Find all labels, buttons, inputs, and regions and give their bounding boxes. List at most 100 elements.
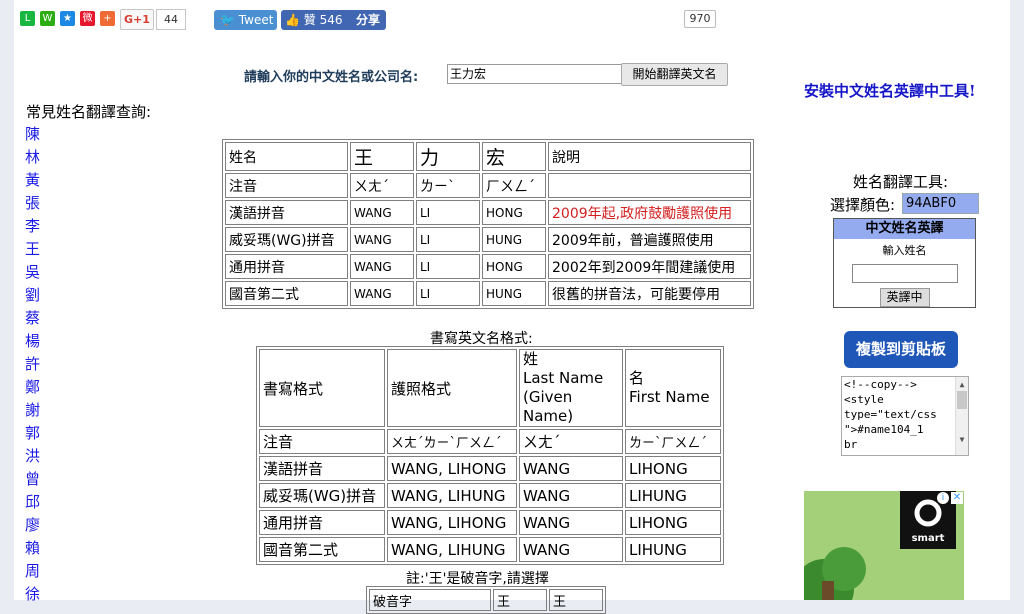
table-cell: ㄨㄤˊㄌㄧˋㄏㄨㄥˊ	[387, 429, 517, 454]
table-cell: LI	[416, 254, 480, 279]
format-table: 書寫格式 護照格式 姓 Last Name (Given Name) 名 Fir…	[256, 346, 724, 565]
ad-illustration	[804, 491, 964, 600]
table-cell: ㄏㄨㄥˊ	[482, 173, 546, 198]
install-tool-link[interactable]: 安裝中文姓名英譯中工具!	[804, 80, 976, 101]
surname-link[interactable]: 劉	[25, 284, 45, 307]
table-cell: WANG	[350, 200, 414, 225]
scroll-down-icon[interactable]: ▼	[956, 432, 968, 447]
surname-link[interactable]: 郭	[25, 422, 45, 445]
surname-link[interactable]: 陳	[25, 123, 45, 146]
table-row: 國音第二式 WANG, LIHUNG WANG LIHUNG	[259, 537, 721, 562]
surname-list: 陳 林 黃 張 李 王 吳 劉 蔡 楊 許 鄭 謝 郭 洪 曾 邱 廖 賴 周 …	[25, 123, 45, 606]
gplus-count: 44	[156, 9, 186, 30]
widget-input-label: 輸入姓名	[882, 244, 927, 257]
table-cell: WANG	[519, 456, 623, 481]
thumbs-up-icon: 👍	[285, 13, 300, 27]
page: L W ★ 微 + G+1 44 🐦 Tweet 👍 贊 546 分享 970 …	[14, 0, 1010, 614]
surname-link[interactable]: 鄭	[25, 376, 45, 399]
advertisement[interactable]: smart i ✕	[804, 491, 964, 600]
surname-link[interactable]: 謝	[25, 399, 45, 422]
table-cell: 2009年起,政府鼓勵護照使用	[548, 200, 751, 225]
table-cell: 書寫格式	[259, 349, 385, 427]
widget-name-input[interactable]	[851, 264, 958, 283]
table-cell: 宏	[482, 142, 546, 171]
surname-link[interactable]: 楊	[25, 330, 45, 353]
surname-link[interactable]: 王	[25, 238, 45, 261]
table-row: 漢語拼音 WANG LI HONG 2009年起,政府鼓勵護照使用	[225, 200, 751, 225]
table-cell: 威妥瑪(WG)拼音	[259, 483, 385, 508]
format-table-title: 書寫英文名格式:	[430, 331, 533, 347]
weibo-share-icon[interactable]: 微	[80, 11, 95, 26]
table-cell: WANG	[519, 537, 623, 562]
scroll-thumb[interactable]	[957, 391, 967, 409]
gplus-button[interactable]: G+1	[120, 9, 154, 30]
surname-link[interactable]: 許	[25, 353, 45, 376]
name-input[interactable]	[447, 64, 623, 84]
table-cell: LIHUNG	[625, 483, 721, 508]
name-widget-preview: 中文姓名英譯 輸入姓名 英譯中	[833, 218, 976, 308]
ad-close-icon[interactable]: ✕	[951, 492, 963, 504]
surname-link[interactable]: 周	[25, 560, 45, 583]
line-share-icon[interactable]: L	[20, 11, 35, 26]
table-cell: 威妥瑪(WG)拼音	[225, 227, 348, 252]
copy-to-clipboard-button[interactable]: 複製到剪貼板	[844, 331, 958, 368]
table-row: 威妥瑪(WG)拼音 WANG LI HUNG 2009年前，普遍護照使用	[225, 227, 751, 252]
color-input[interactable]: 94ABF0	[902, 193, 979, 214]
embed-code-textarea[interactable]: <!--copy--> <style type="text/css ">#nam…	[841, 376, 969, 456]
code-line: <style	[844, 393, 884, 406]
twitter-icon: 🐦	[220, 13, 235, 27]
tool-title: 姓名翻譯工具:	[853, 173, 949, 191]
tweet-button[interactable]: 🐦 Tweet	[214, 10, 277, 30]
table-cell: WANG	[519, 510, 623, 535]
wechat-share-icon[interactable]: W	[40, 11, 55, 26]
textarea-scrollbar[interactable]: ▲ ▼	[955, 377, 968, 455]
table-cell: LIHUNG	[625, 537, 721, 562]
table-cell: WANG, LIHUNG	[387, 537, 517, 562]
surname-link[interactable]: 蔡	[25, 307, 45, 330]
surname-link[interactable]: 賴	[25, 537, 45, 560]
table-cell: LI	[416, 227, 480, 252]
surname-link[interactable]: 邱	[25, 491, 45, 514]
share-count: 970	[684, 10, 716, 28]
scroll-up-icon[interactable]: ▲	[956, 377, 968, 389]
table-cell: 力	[416, 142, 480, 171]
add-share-icon[interactable]: +	[100, 11, 115, 26]
table-header-row: 姓名 王 力 宏 說明	[225, 142, 751, 171]
color-label: 選擇顏色:	[830, 196, 896, 214]
table-cell: ㄨㄤˊ	[350, 173, 414, 198]
table-cell: WANG	[519, 483, 623, 508]
table-cell: 王	[493, 589, 547, 611]
favorite-share-icon[interactable]: ★	[60, 11, 75, 26]
surname-link[interactable]: 廖	[25, 514, 45, 537]
translate-button[interactable]: 開始翻譯英文名	[621, 63, 728, 86]
surname-link[interactable]: 黃	[25, 169, 45, 192]
table-cell: ㄌㄧˋ	[416, 173, 480, 198]
surname-link[interactable]: 洪	[25, 445, 45, 468]
widget-translate-button[interactable]: 英譯中	[879, 288, 930, 307]
facebook-share-button[interactable]: 分享	[350, 10, 386, 30]
table-cell: WANG	[350, 254, 414, 279]
code-line: type="text/css	[844, 408, 937, 421]
table-cell: LIHONG	[625, 456, 721, 481]
surname-link[interactable]: 徐	[25, 583, 45, 606]
surname-link[interactable]: 吳	[25, 261, 45, 284]
ad-brand-logo: smart	[911, 533, 945, 544]
surname-link[interactable]: 李	[25, 215, 45, 238]
common-names-title: 常見姓名翻譯查詢:	[26, 103, 152, 121]
surname-link[interactable]: 張	[25, 192, 45, 215]
table-cell: 姓 Last Name (Given Name)	[519, 349, 623, 427]
romanization-table: 姓名 王 力 宏 說明 注音 ㄨㄤˊ ㄌㄧˋ ㄏㄨㄥˊ 漢語拼音 WANG LI…	[222, 139, 754, 309]
surname-link[interactable]: 曾	[25, 468, 45, 491]
table-cell: 通用拼音	[259, 510, 385, 535]
table-cell: ㄌㄧˋㄏㄨㄥˊ	[625, 429, 721, 454]
adchoices-icon[interactable]: i	[937, 492, 949, 504]
code-line: ">#name104_1	[844, 423, 924, 436]
table-header-row: 破音字 王 王	[369, 589, 603, 611]
table-cell: LIHONG	[625, 510, 721, 535]
polyphone-table: 破音字 王 王	[366, 586, 606, 614]
table-cell: 2002年到2009年間建議使用	[548, 254, 751, 279]
table-cell: LI	[416, 200, 480, 225]
table-cell: 破音字	[369, 589, 491, 611]
code-line: br	[844, 438, 858, 451]
surname-link[interactable]: 林	[25, 146, 45, 169]
